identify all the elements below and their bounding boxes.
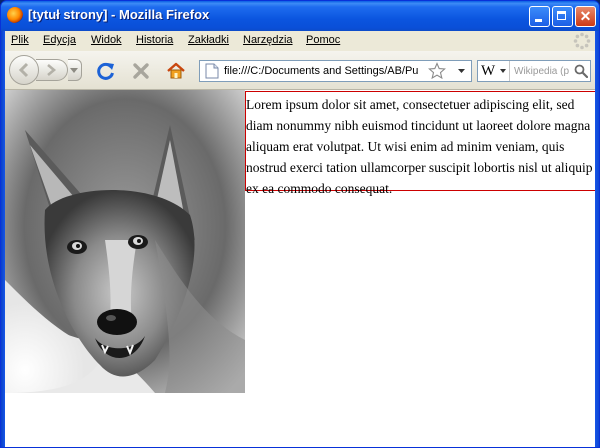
lorem-paragraph: Lorem ipsum dolor sit amet, consectetuer… (245, 91, 595, 196)
browser-window: [tytuł strony] - Mozilla Firefox ✕ Plik … (0, 0, 600, 448)
maximize-icon (557, 11, 566, 20)
wikipedia-icon: W (481, 63, 496, 79)
menu-zakladki[interactable]: Zakładki (188, 34, 229, 46)
title-bar[interactable]: [tytuł strony] - Mozilla Firefox ✕ (1, 1, 599, 31)
menu-bar: Plik Edycja Widok Historia Zakładki Narz… (5, 31, 595, 51)
throbber-icon (573, 32, 591, 50)
maximize-button[interactable] (552, 6, 573, 27)
menu-narzedzia[interactable]: Narzędzia (243, 34, 293, 46)
history-dropdown-button[interactable] (68, 59, 82, 81)
search-engine-button[interactable]: W (478, 61, 510, 81)
url-bar[interactable] (199, 60, 472, 82)
minimize-button[interactable] (529, 6, 550, 27)
minimize-icon (535, 19, 542, 22)
close-button[interactable]: ✕ (575, 6, 596, 27)
home-icon[interactable] (166, 61, 186, 81)
search-bar[interactable]: W (477, 60, 591, 82)
window-frame-right (595, 31, 599, 447)
stop-icon[interactable] (132, 62, 150, 80)
forward-button[interactable] (36, 59, 68, 81)
wolf-image (5, 90, 245, 393)
search-icon[interactable] (574, 64, 588, 78)
url-dropdown-icon[interactable] (458, 69, 465, 73)
back-forward-group (9, 55, 87, 85)
close-icon: ✕ (579, 8, 592, 24)
forward-arrow-icon (47, 64, 57, 76)
reload-icon[interactable] (96, 61, 116, 81)
url-input[interactable] (224, 63, 422, 79)
menu-historia[interactable]: Historia (136, 34, 173, 46)
search-engine-dropdown-icon (500, 69, 506, 73)
menu-plik[interactable]: Plik (11, 34, 29, 46)
search-input[interactable] (514, 63, 572, 79)
history-dropdown-icon (70, 68, 78, 73)
back-arrow-icon (18, 62, 29, 78)
window-title: [tytuł strony] - Mozilla Firefox (28, 7, 210, 22)
firefox-logo-icon (7, 7, 23, 23)
page-icon (205, 63, 219, 79)
navigation-toolbar: W (5, 51, 595, 90)
browser-frame: Plik Edycja Widok Historia Zakładki Narz… (5, 31, 595, 447)
back-button[interactable] (9, 55, 39, 85)
menu-widok[interactable]: Widok (91, 34, 122, 46)
page-content: Lorem ipsum dolor sit amet, consectetuer… (5, 90, 595, 447)
bookmark-star-icon[interactable] (428, 62, 446, 80)
menu-pomoc[interactable]: Pomoc (306, 34, 340, 46)
menu-edycja[interactable]: Edycja (43, 34, 76, 46)
